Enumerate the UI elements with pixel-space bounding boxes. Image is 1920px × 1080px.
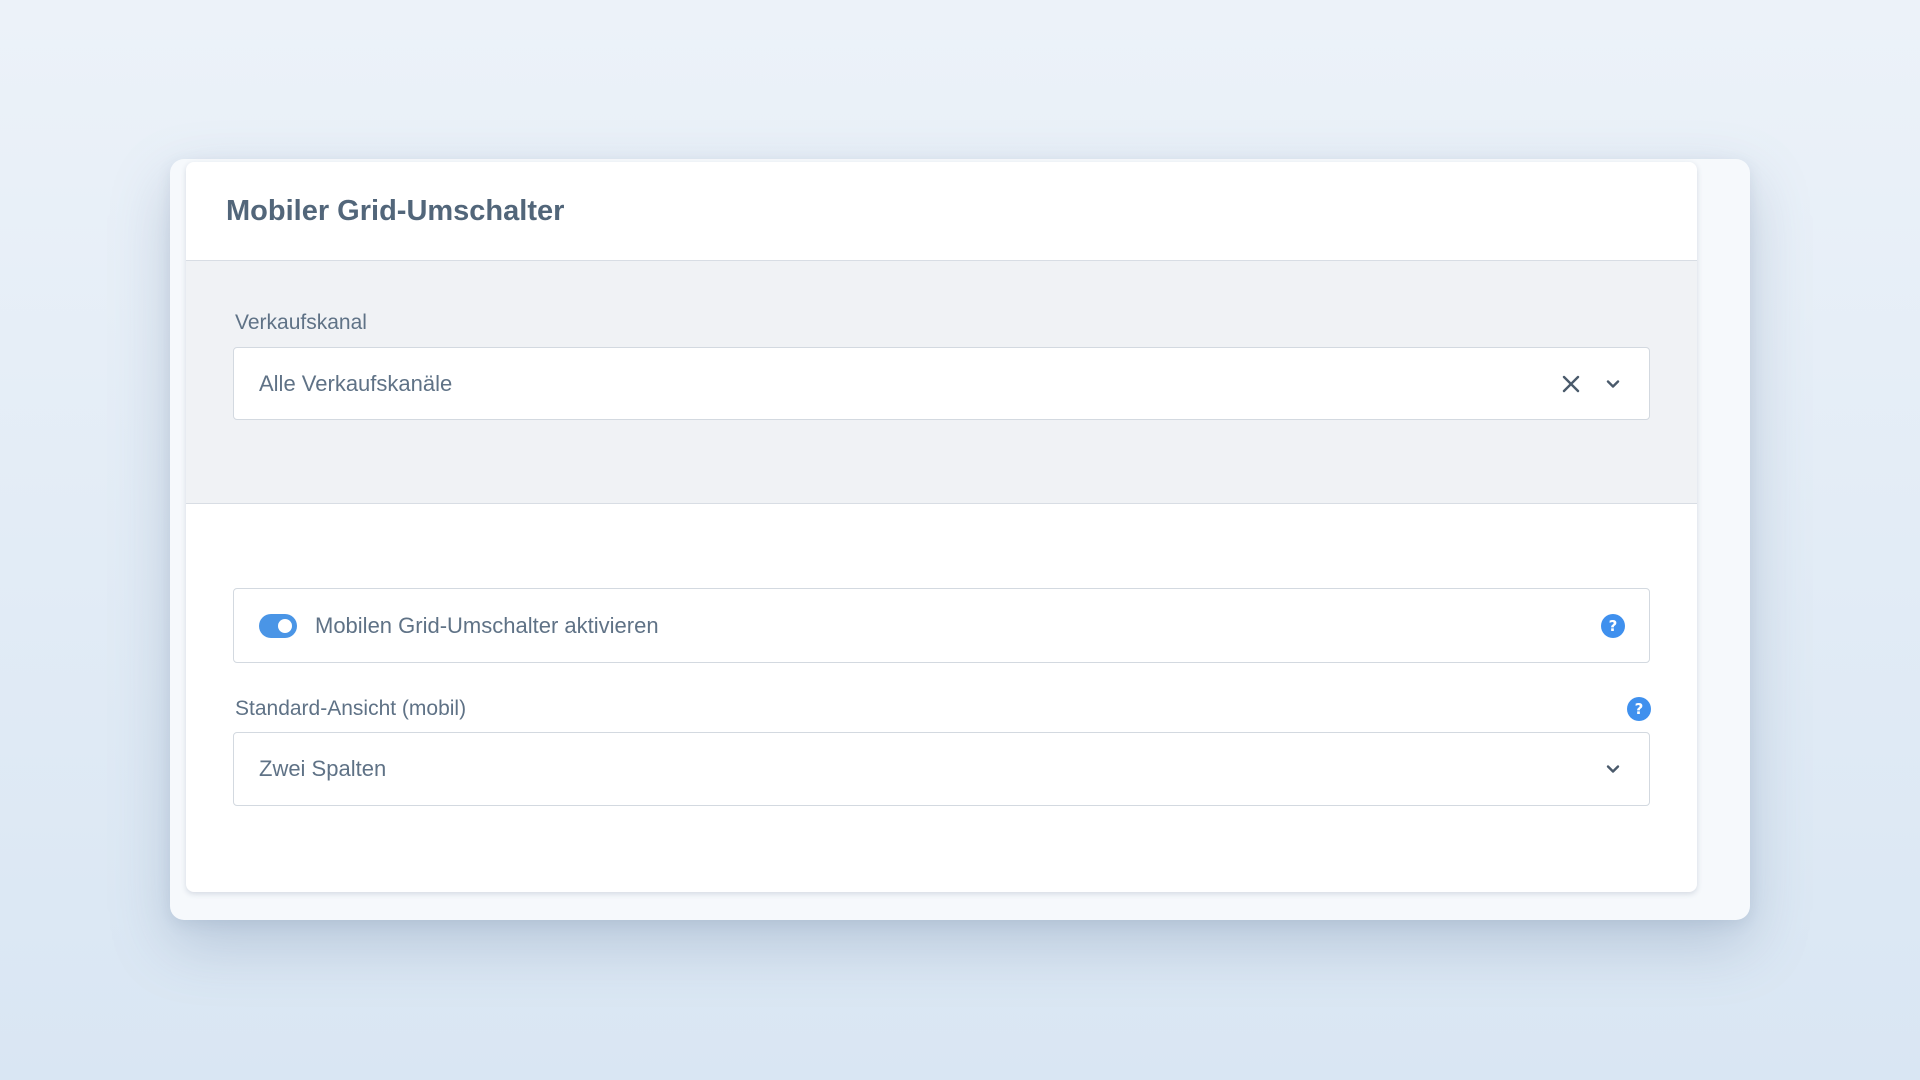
default-view-value: Zwei Spalten <box>259 756 387 781</box>
chevron-down-icon[interactable] <box>1603 759 1623 779</box>
sales-channel-select[interactable]: Alle Verkaufskanäle <box>233 347 1650 420</box>
sales-channel-value: Alle Verkaufskanäle <box>259 370 453 396</box>
question-circle-icon[interactable]: ? <box>1627 697 1651 721</box>
question-circle-icon[interactable]: ? <box>1601 613 1625 638</box>
mobile-grid-switcher-card: Mobiler Grid-Umschalter Verkaufskanal Al… <box>186 162 1697 892</box>
card-header: Mobiler Grid-Umschalter <box>186 162 1697 261</box>
grid-settings-section: Mobilen Grid-Umschalter aktivieren ? Sta… <box>186 504 1697 806</box>
sales-channel-label: Verkaufskanal <box>235 311 367 334</box>
toggle-knob <box>278 618 292 633</box>
grid-switcher-toggle[interactable] <box>259 613 297 638</box>
card-title: Mobiler Grid-Umschalter <box>226 194 565 227</box>
chevron-down-icon[interactable] <box>1603 374 1623 394</box>
sales-channel-section: Verkaufskanal Alle Verkaufskanäle <box>186 261 1697 504</box>
close-icon[interactable] <box>1559 372 1583 396</box>
default-view-select[interactable]: Zwei Spalten <box>233 732 1650 806</box>
grid-toggle-row: Mobilen Grid-Umschalter aktivieren ? <box>233 588 1650 663</box>
default-view-label: Standard-Ansicht (mobil) <box>235 697 467 720</box>
default-view-label-row: Standard-Ansicht (mobil) ? <box>233 697 1651 721</box>
grid-toggle-label: Mobilen Grid-Umschalter aktivieren <box>315 612 659 638</box>
